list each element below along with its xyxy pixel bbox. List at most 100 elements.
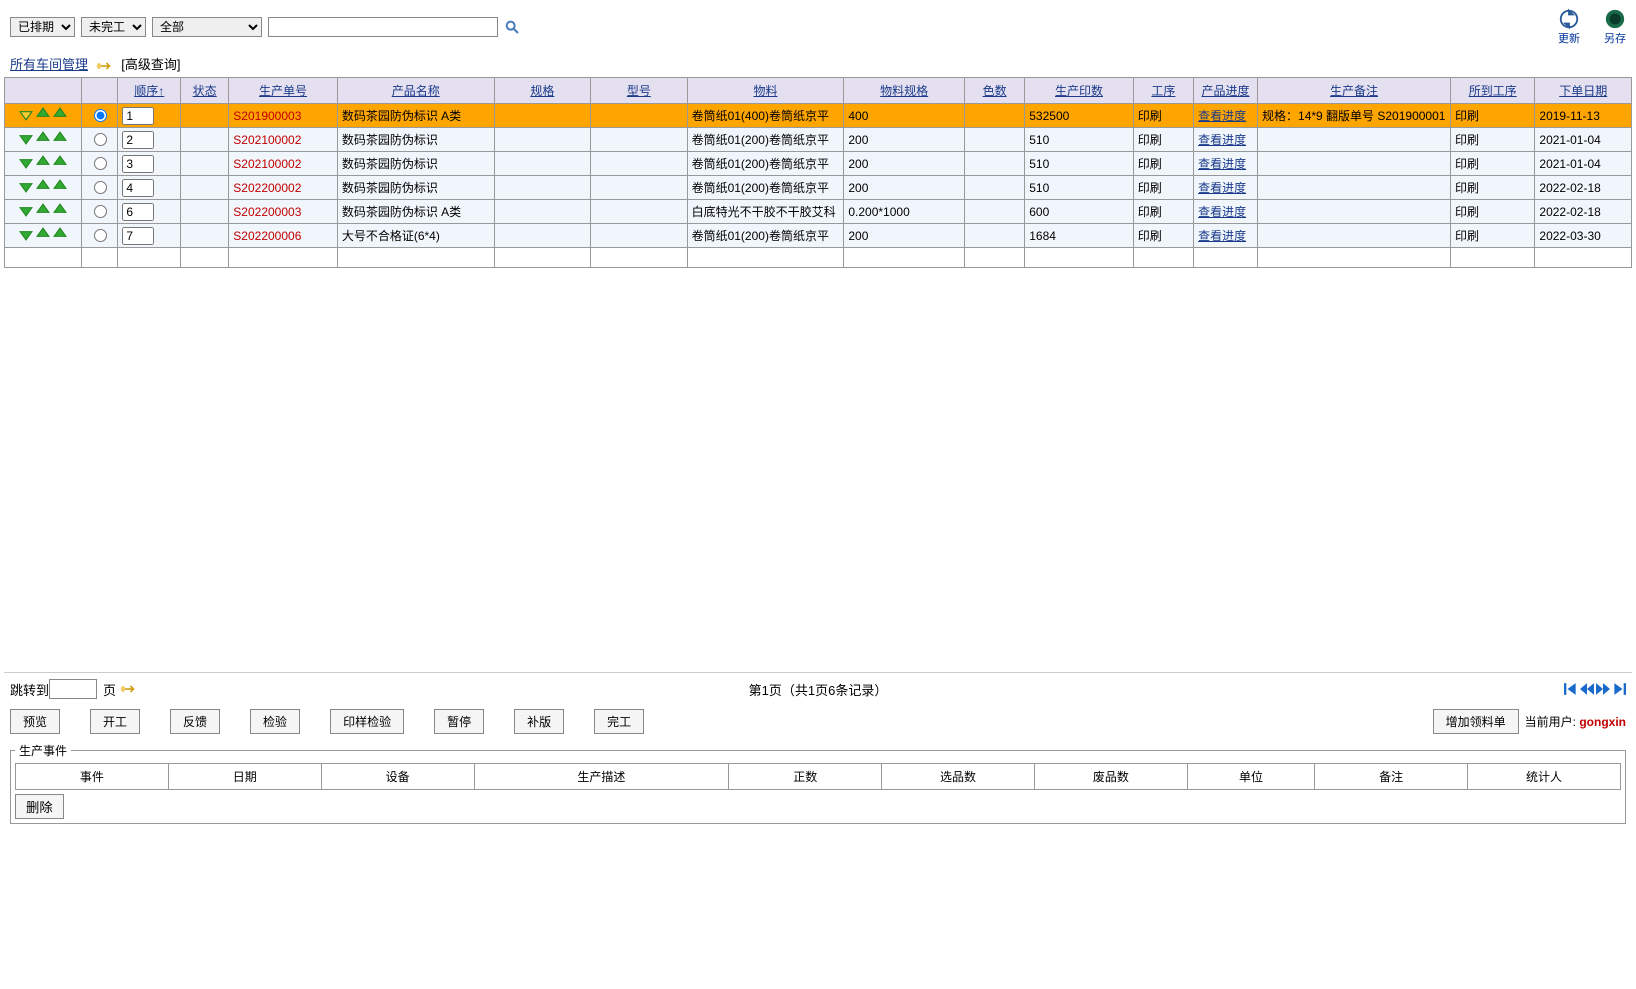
- up-arrow-icon[interactable]: [36, 107, 50, 121]
- up-arrow-icon[interactable]: [36, 227, 50, 241]
- down-arrow-icon[interactable]: [19, 203, 33, 217]
- production-table: 顺序↑状态生产单号产品名称规格型号物料物料规格色数生产印数工序产品进度生产备注所…: [4, 77, 1632, 268]
- work-select[interactable]: 未完工: [81, 17, 146, 37]
- col-header-13[interactable]: 产品进度: [1194, 78, 1258, 104]
- hand-icon: [96, 59, 114, 73]
- top-arrow-icon[interactable]: [53, 203, 67, 217]
- event-col-3: 生产描述: [474, 764, 729, 790]
- action-完工[interactable]: 完工: [594, 709, 644, 734]
- col-header-12[interactable]: 工序: [1133, 78, 1193, 104]
- all-select[interactable]: 全部: [152, 17, 262, 37]
- progress-link[interactable]: 查看进度: [1198, 157, 1246, 171]
- progress-link[interactable]: 查看进度: [1198, 181, 1246, 195]
- col-header-7[interactable]: 型号: [591, 78, 687, 104]
- prod-number: S202200003: [229, 200, 338, 224]
- col-header-6[interactable]: 规格: [494, 78, 590, 104]
- col-header-14[interactable]: 生产备注: [1258, 78, 1451, 104]
- row-select-radio[interactable]: [94, 133, 107, 146]
- search-icon[interactable]: [504, 19, 520, 35]
- action-反馈[interactable]: 反馈: [170, 709, 220, 734]
- down-arrow-icon[interactable]: [19, 107, 33, 121]
- saveas-button[interactable]: 另存: [1604, 8, 1626, 46]
- go-icon[interactable]: [120, 682, 138, 696]
- col-header-0: [5, 78, 82, 104]
- row-select-radio[interactable]: [94, 205, 107, 218]
- col-header-11[interactable]: 生产印数: [1025, 78, 1134, 104]
- down-arrow-icon[interactable]: [19, 227, 33, 241]
- prev-page-icon[interactable]: [1580, 682, 1594, 696]
- seq-input[interactable]: [122, 179, 154, 197]
- action-检验[interactable]: 检验: [250, 709, 300, 734]
- row-select-radio[interactable]: [94, 109, 107, 122]
- top-arrow-icon[interactable]: [53, 155, 67, 169]
- progress-link[interactable]: 查看进度: [1198, 133, 1246, 147]
- goto-page-suffix: 页: [103, 680, 116, 699]
- table-row[interactable]: S202100002 数码茶园防伪标识 卷筒纸01(200)卷筒纸京平 200 …: [5, 152, 1632, 176]
- table-row[interactable]: S202200006 大号不合格证(6*4) 卷筒纸01(200)卷筒纸京平 2…: [5, 224, 1632, 248]
- goto-page-input[interactable]: [49, 679, 97, 699]
- col-header-8[interactable]: 物料: [687, 78, 844, 104]
- seq-input[interactable]: [122, 155, 154, 173]
- down-arrow-icon[interactable]: [19, 179, 33, 193]
- row-select-radio[interactable]: [94, 157, 107, 170]
- top-arrow-icon[interactable]: [53, 227, 67, 241]
- col-header-9[interactable]: 物料规格: [844, 78, 965, 104]
- progress-link[interactable]: 查看进度: [1198, 205, 1246, 219]
- progress-link[interactable]: 查看进度: [1198, 109, 1246, 123]
- first-page-icon[interactable]: [1564, 682, 1578, 696]
- refresh-button[interactable]: 更新: [1558, 8, 1580, 46]
- delete-button[interactable]: 删除: [15, 794, 64, 819]
- down-arrow-icon[interactable]: [19, 131, 33, 145]
- col-header-10[interactable]: 色数: [964, 78, 1024, 104]
- seq-input[interactable]: [122, 203, 154, 221]
- col-header-2[interactable]: 顺序↑: [118, 78, 181, 104]
- all-workshop-link[interactable]: 所有车间管理: [10, 57, 88, 72]
- advanced-search-link[interactable]: [高级查询]: [121, 57, 180, 72]
- down-arrow-icon[interactable]: [19, 155, 33, 169]
- prod-number: S202200002: [229, 176, 338, 200]
- prod-number: S202200006: [229, 224, 338, 248]
- action-开工[interactable]: 开工: [90, 709, 140, 734]
- col-header-15[interactable]: 所到工序: [1450, 78, 1534, 104]
- col-header-3[interactable]: 状态: [181, 78, 229, 104]
- add-material-button[interactable]: 增加领料单: [1433, 709, 1519, 734]
- action-印样检验[interactable]: 印样检验: [330, 709, 404, 734]
- action-暂停[interactable]: 暂停: [434, 709, 484, 734]
- last-page-icon[interactable]: [1612, 682, 1626, 696]
- table-row[interactable]: S202200003 数码茶园防伪标识 A类 白底特光不干胶不干胶艾科 0.20…: [5, 200, 1632, 224]
- event-col-4: 正数: [729, 764, 882, 790]
- next-page-icon[interactable]: [1596, 682, 1610, 696]
- prod-number: S202100002: [229, 152, 338, 176]
- col-header-16[interactable]: 下单日期: [1535, 78, 1632, 104]
- top-arrow-icon[interactable]: [53, 107, 67, 121]
- row-select-radio[interactable]: [94, 229, 107, 242]
- table-row[interactable]: S201900003 数码茶园防伪标识 A类 卷筒纸01(400)卷筒纸京平 4…: [5, 104, 1632, 128]
- up-arrow-icon[interactable]: [36, 131, 50, 145]
- prod-number: S201900003: [229, 104, 338, 128]
- event-col-8: 备注: [1315, 764, 1468, 790]
- seq-input[interactable]: [122, 227, 154, 245]
- up-arrow-icon[interactable]: [36, 155, 50, 169]
- progress-link[interactable]: 查看进度: [1198, 229, 1246, 243]
- pager-info: 第1页（共1页6条记录）: [749, 680, 888, 699]
- col-header-5[interactable]: 产品名称: [337, 78, 494, 104]
- table-row[interactable]: S202100002 数码茶园防伪标识 卷筒纸01(200)卷筒纸京平 200 …: [5, 128, 1632, 152]
- action-预览[interactable]: 预览: [10, 709, 60, 734]
- top-arrow-icon[interactable]: [53, 179, 67, 193]
- row-select-radio[interactable]: [94, 181, 107, 194]
- search-input[interactable]: [268, 17, 498, 37]
- event-col-9: 统计人: [1468, 764, 1621, 790]
- seq-input[interactable]: [122, 131, 154, 149]
- up-arrow-icon[interactable]: [36, 179, 50, 193]
- event-col-2: 设备: [321, 764, 474, 790]
- col-header-4[interactable]: 生产单号: [229, 78, 338, 104]
- goto-label: 跳转到: [10, 680, 49, 699]
- table-row[interactable]: S202200002 数码茶园防伪标识 卷筒纸01(200)卷筒纸京平 200 …: [5, 176, 1632, 200]
- up-arrow-icon[interactable]: [36, 203, 50, 217]
- status-select[interactable]: 已排期: [10, 17, 75, 37]
- action-补版[interactable]: 补版: [514, 709, 564, 734]
- top-arrow-icon[interactable]: [53, 131, 67, 145]
- prod-number: S202100002: [229, 128, 338, 152]
- fieldset-legend: 生产事件: [15, 742, 71, 759]
- seq-input[interactable]: [122, 107, 154, 125]
